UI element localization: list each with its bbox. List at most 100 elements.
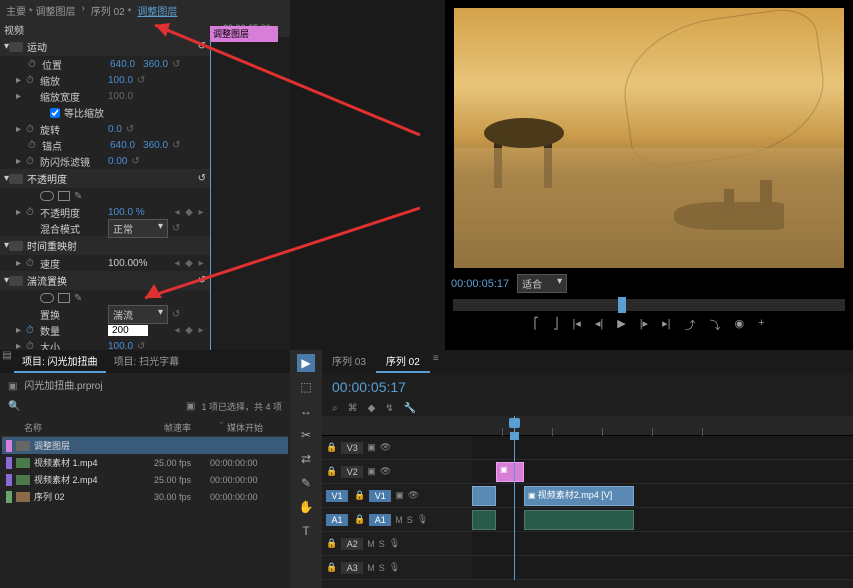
fx-badge[interactable] (9, 174, 23, 184)
wrench-icon[interactable]: 🔧 (404, 403, 416, 414)
position-y[interactable]: 360.0 (143, 59, 168, 70)
antiflicker-value[interactable]: 0.00 (108, 156, 127, 167)
anchor-y[interactable]: 360.0 (143, 140, 168, 151)
source-patch[interactable]: V1 (326, 490, 348, 502)
reset-icon[interactable]: ↺ (172, 223, 180, 234)
col-fps[interactable]: 帧速率 (164, 421, 220, 434)
expand-icon[interactable]: ▸ (16, 325, 26, 336)
track-name[interactable]: V3 (341, 442, 363, 454)
search-icon[interactable]: 🔍 (8, 401, 20, 412)
expand-icon[interactable]: ▸ (16, 124, 26, 135)
col-start[interactable]: 媒体开始 (227, 421, 284, 434)
header-sub-link[interactable]: 调整图层 (137, 3, 177, 18)
timeremap-section[interactable]: ▾ 时间重映射 (0, 236, 210, 255)
blend-mode-dropdown[interactable]: 正常 ▾ (108, 219, 168, 238)
settings-icon[interactable]: + (758, 317, 764, 333)
reset-icon[interactable]: ↺ (198, 41, 206, 52)
razor-tool-icon[interactable]: ✂ (297, 426, 315, 444)
track-a2[interactable]: 🔒 A2 M S 🎙 (322, 532, 472, 556)
eye-icon[interactable]: 👁 (380, 466, 391, 477)
settings-icon[interactable]: ↯ (385, 403, 393, 414)
mark-out-icon[interactable]: ⎦ (553, 317, 559, 333)
lock-icon[interactable]: 🔒 (354, 490, 365, 501)
ripple-tool-icon[interactable]: ↔ (297, 402, 315, 420)
track-name[interactable]: A1 (369, 514, 391, 526)
hand-tool-icon[interactable]: ✋ (297, 498, 315, 516)
mute-button[interactable]: M (367, 563, 375, 573)
track-v3[interactable]: 🔒 V3 ▣ 👁 (322, 436, 472, 460)
opacity-section[interactable]: ▾ 不透明度 ↺ (0, 169, 210, 188)
video-clip-2[interactable]: ▣ 视频素材2.mp4 [V] (524, 486, 634, 506)
ellipse-mask-icon[interactable] (40, 191, 54, 201)
mark-in-icon[interactable]: ⎡ (533, 317, 539, 333)
reset-icon[interactable]: ↺ (137, 75, 145, 86)
extract-icon[interactable]: ⤵ (709, 317, 720, 333)
go-in-icon[interactable]: |◂ (572, 317, 580, 333)
audio-clip-2[interactable] (524, 510, 634, 530)
marker-icon[interactable]: ◆ (368, 403, 376, 414)
lock-icon[interactable]: 🔒 (326, 442, 337, 453)
next-keyframe-icon[interactable]: ▸ (196, 258, 206, 269)
video-clip-1[interactable] (472, 486, 496, 506)
lane-a3[interactable] (472, 556, 853, 580)
position-x[interactable]: 640.0 (110, 59, 135, 70)
reset-icon[interactable]: ↺ (131, 156, 139, 167)
add-keyframe-icon[interactable]: ◆ (184, 325, 194, 336)
rect-mask-icon[interactable] (58, 191, 70, 201)
source-patch[interactable]: A1 (326, 514, 348, 526)
speed-value[interactable]: 100.00% (108, 258, 147, 269)
go-out-icon[interactable]: ▸| (662, 317, 670, 333)
fx-badge[interactable] (9, 276, 23, 286)
stopwatch-icon[interactable]: ⏱ (26, 156, 40, 167)
add-keyframe-icon[interactable]: ◆ (184, 207, 194, 218)
uniform-scale-checkbox[interactable] (50, 108, 60, 118)
stopwatch-icon[interactable]: ⏱ (26, 207, 40, 218)
track-name[interactable]: V1 (369, 490, 391, 502)
voice-icon[interactable]: 🎙 (389, 538, 400, 549)
preview-viewport[interactable] (454, 8, 844, 268)
audio-clip-1[interactable] (472, 510, 496, 530)
track-select-tool-icon[interactable]: ⬚ (297, 378, 315, 396)
project-tab-1[interactable]: 项目: 闪光加扭曲 (14, 350, 106, 373)
motion-section[interactable]: ▾ 运动 ↺ (0, 37, 210, 56)
lane-v3[interactable] (472, 436, 853, 460)
track-name[interactable]: A3 (341, 562, 363, 574)
mute-button[interactable]: ▣ (367, 442, 376, 453)
step-back-icon[interactable]: ◂| (595, 317, 603, 333)
adjustment-clip[interactable]: 调整图层 (210, 26, 278, 42)
lock-icon[interactable]: 🔒 (326, 562, 337, 573)
add-keyframe-icon[interactable]: ◆ (184, 258, 194, 269)
prev-keyframe-icon[interactable]: ◂ (172, 207, 182, 218)
pen-mask-icon[interactable]: ✎ (74, 293, 82, 304)
timeline-timecode[interactable]: 00:00:05:17 (332, 379, 406, 395)
expand-icon[interactable]: ▸ (16, 156, 26, 167)
link-icon[interactable]: ⌘ (348, 403, 358, 414)
track-a1[interactable]: A1 🔒 A1 M S 🎙 (322, 508, 472, 532)
project-item[interactable]: 视频素材 1.mp4 25.00 fps 00:00:00:00 (2, 454, 288, 471)
sort-icon[interactable]: ˇ (220, 421, 223, 434)
snap-icon[interactable]: ⌕ (332, 403, 338, 414)
track-name[interactable]: V2 (341, 466, 363, 478)
adjustment-clip[interactable]: ▣ (496, 462, 524, 482)
timeline-ruler[interactable] (472, 416, 853, 436)
reset-icon[interactable]: ↺ (126, 124, 134, 135)
eye-icon[interactable]: 👁 (408, 490, 419, 501)
play-icon[interactable]: ▶ (617, 317, 625, 333)
track-v1[interactable]: V1 🔒 V1 ▣ 👁 (322, 484, 472, 508)
voice-icon[interactable]: 🎙 (417, 514, 428, 525)
lift-icon[interactable]: ⤴ (684, 317, 695, 333)
stopwatch-icon[interactable]: ⏱ (28, 140, 42, 151)
expand-icon[interactable]: ▸ (16, 207, 26, 218)
lock-icon[interactable]: 🔒 (326, 466, 337, 477)
displace-dropdown[interactable]: 湍流 ▾ (108, 305, 168, 324)
filter-icon[interactable]: ▣ (186, 401, 195, 412)
pen-mask-icon[interactable]: ✎ (74, 191, 82, 202)
mute-button[interactable]: M (395, 515, 403, 525)
project-item[interactable]: 视频素材 2.mp4 25.00 fps 00:00:00:00 (2, 471, 288, 488)
reset-icon[interactable]: ↺ (172, 309, 180, 320)
lane-a1[interactable] (472, 508, 853, 532)
stopwatch-icon[interactable]: ⏱ (26, 75, 40, 86)
project-tab-2[interactable]: 项目: 扫光字幕 (106, 350, 188, 373)
scrubber-playhead[interactable] (618, 297, 626, 313)
track-name[interactable]: A2 (341, 538, 363, 550)
